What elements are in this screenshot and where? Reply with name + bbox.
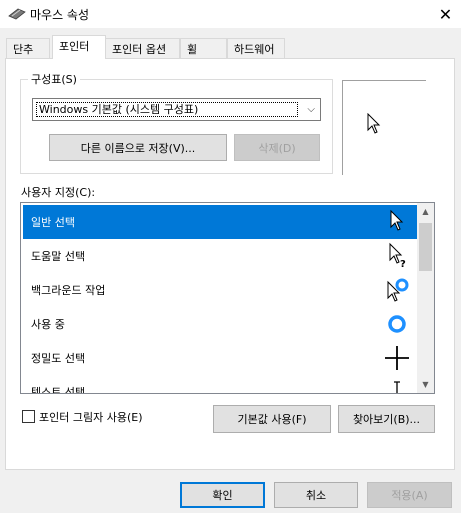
chevron-down-icon: ⌵ — [307, 104, 315, 115]
delete-button[interactable]: 삭제(D) — [234, 134, 320, 161]
list-scrollbar[interactable]: ▲ ▼ — [417, 203, 434, 393]
list-item[interactable]: 일반 선택 — [23, 205, 417, 239]
title-bar: 마우스 속성 ✕ — [0, 0, 461, 28]
help-cursor-icon: ? — [389, 242, 406, 270]
tab-buttons[interactable]: 단추 — [6, 38, 50, 58]
close-icon: ✕ — [438, 4, 453, 24]
pointer-shadow-checkbox[interactable] — [22, 410, 35, 423]
customize-label: 사용자 지정(C): — [21, 186, 96, 199]
scheme-label: 구성표(S) — [28, 71, 80, 87]
tab-pointer-options[interactable]: 포인터 옵션 — [105, 38, 180, 58]
list-item[interactable]: 사용 중 — [23, 307, 417, 341]
close-button[interactable]: ✕ — [430, 0, 461, 28]
window-title: 마우스 속성 — [30, 8, 90, 22]
crosshair-cursor-icon — [385, 346, 409, 370]
text-cursor-icon — [394, 381, 400, 393]
list-item[interactable]: 백그라운드 작업 — [23, 273, 417, 307]
pointer-shadow-label[interactable]: 포인터 그림자 사용(E) — [39, 409, 143, 425]
cursor-list[interactable]: 일반 선택 도움말 선택 ? 백그라운드 작업 사용 중 정밀도 선택 텍스트 … — [20, 202, 435, 394]
browse-button[interactable]: 찾아보기(B)... — [338, 405, 435, 433]
svg-text:?: ? — [400, 259, 406, 270]
tab-hardware[interactable]: 하드웨어 — [227, 38, 285, 58]
chevron-up-icon[interactable]: ▲ — [417, 203, 434, 220]
tab-pointers[interactable]: 포인터 — [52, 35, 106, 59]
ok-button[interactable]: 확인 — [180, 482, 265, 508]
save-as-button[interactable]: 다른 이름으로 저장(V)... — [49, 134, 227, 161]
busy-cursor-icon — [388, 315, 406, 333]
arrow-cursor-icon — [390, 209, 404, 231]
tab-wheel[interactable]: 휠 — [180, 38, 227, 58]
scrollbar-thumb[interactable] — [419, 223, 432, 271]
list-item[interactable]: 정밀도 선택 — [23, 341, 417, 375]
use-default-button[interactable]: 기본값 사용(F) — [213, 405, 331, 433]
list-item[interactable]: 텍스트 선택 — [23, 375, 417, 393]
arrow-cursor-icon — [367, 113, 381, 134]
apply-button[interactable]: 적용(A) — [367, 482, 452, 508]
scheme-selected-value: Windows 기본값 (시스템 구성표) — [36, 102, 298, 117]
mouse-icon — [8, 8, 26, 20]
chevron-down-icon[interactable]: ▼ — [417, 376, 434, 393]
working-in-background-cursor-icon — [387, 278, 409, 302]
cancel-button[interactable]: 취소 — [274, 482, 358, 508]
list-item[interactable]: 도움말 선택 ? — [23, 239, 417, 273]
scheme-dropdown[interactable]: Windows 기본값 (시스템 구성표) ⌵ — [32, 98, 321, 121]
cursor-preview — [342, 80, 426, 175]
